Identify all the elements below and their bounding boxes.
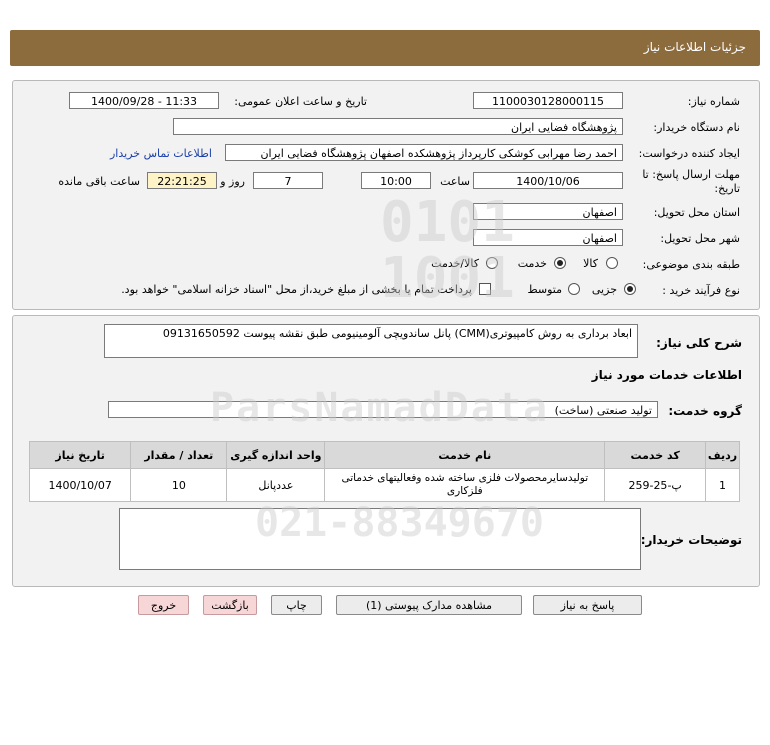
cell-date: 1400/10/07	[28, 468, 132, 502]
process-radio-minor[interactable]	[624, 283, 636, 295]
process-radio-medium[interactable]	[568, 283, 580, 295]
col-service-code: کد خدمت	[604, 441, 707, 469]
treasury-payment-note: پرداخت تمام یا بخشی از مبلغ خرید،از محل …	[121, 283, 472, 296]
services-table: تاریخ نیاز تعداد / مقدار واحد اندازه گیر…	[28, 441, 740, 502]
summary-label: شرح کلی نیاز:	[656, 336, 742, 350]
need-number-field: 1100030128000115	[473, 92, 623, 109]
services-heading: اطلاعات خدمات مورد نیاز	[591, 368, 742, 382]
category-radio-goods[interactable]	[606, 257, 618, 269]
view-attachments-button[interactable]: مشاهده مدارک پیوستی (1)	[336, 595, 522, 615]
cell-quantity: 10	[130, 468, 228, 502]
buyer-org-field: پژوهشگاه فضایی ایران	[173, 118, 623, 135]
reply-button[interactable]: پاسخ به نیاز	[533, 595, 642, 615]
deadline-label: مهلت ارسال پاسخ: تا	[642, 168, 740, 181]
buyer-notes-label: توضیحات خریدار:	[640, 533, 742, 547]
page-header: جزئیات اطلاعات نیاز	[10, 30, 760, 66]
creator-field: احمد رضا مهرابی کوشکی کارپرداز پژوهشکده …	[225, 144, 623, 161]
category-option-goods-service: کالا/خدمت	[431, 257, 479, 270]
time-remaining-label: ساعت باقی مانده	[58, 175, 140, 188]
category-option-service: خدمت	[517, 257, 547, 270]
service-group-label: گروه خدمت:	[668, 404, 742, 418]
need-number-label: شماره نیاز:	[687, 95, 740, 108]
col-date: تاریخ نیاز	[28, 441, 132, 469]
category-radio-service[interactable]	[554, 257, 566, 269]
buyer-org-label: نام دستگاه خریدار:	[653, 121, 740, 134]
col-row: ردیف	[705, 441, 740, 469]
days-label: روز و	[220, 175, 245, 188]
cell-service-code: پ-25-259	[604, 468, 707, 502]
table-header-row: تاریخ نیاز تعداد / مقدار واحد اندازه گیر…	[28, 441, 740, 469]
announce-datetime-label: تاریخ و ساعت اعلان عمومی:	[234, 95, 367, 108]
creator-label: ایجاد کننده درخواست:	[638, 147, 740, 160]
city-field: اصفهان	[473, 229, 623, 246]
category-option-goods: کالا	[583, 257, 598, 270]
cell-service-name: تولیدسایرمحصولات فلزی ساخته شده وفعالیته…	[324, 468, 606, 502]
process-type-label: نوع فرآیند خرید :	[662, 284, 740, 297]
announce-datetime-field: 1400/09/28 - 11:33	[69, 92, 219, 109]
city-label: شهر محل تحویل:	[660, 232, 740, 245]
print-button[interactable]: چاپ	[271, 595, 322, 615]
province-field: اصفهان	[473, 203, 623, 220]
table-row: 1400/10/07 10 عددپانل تولیدسایرمحصولات ف…	[28, 468, 740, 502]
need-info-panel	[12, 80, 760, 310]
page-title: جزئیات اطلاعات نیاز	[643, 40, 746, 54]
deadline-date-label: تاریخ:	[714, 182, 740, 195]
process-option-medium: متوسط	[527, 283, 562, 296]
deadline-date-field: 1400/10/06	[473, 172, 623, 189]
category-label: طبقه بندی موضوعی:	[642, 258, 740, 271]
col-quantity: تعداد / مقدار	[130, 441, 228, 469]
buyer-notes-field	[119, 508, 641, 570]
time-remaining-field: 22:21:25	[147, 172, 217, 189]
service-group-field: تولید صنعتی (ساخت)	[108, 401, 658, 418]
back-button[interactable]: بازگشت	[203, 595, 257, 615]
province-label: استان محل تحویل:	[653, 206, 740, 219]
days-remaining-field: 7	[253, 172, 323, 189]
treasury-payment-checkbox[interactable]	[479, 283, 491, 295]
summary-field: ابعاد برداری به روش کامپیوتری(CMM) پانل …	[104, 324, 638, 358]
deadline-time-field: 10:00	[361, 172, 431, 189]
exit-button[interactable]: خروج	[138, 595, 189, 615]
deadline-time-label: ساعت	[440, 175, 470, 188]
cell-unit: عددپانل	[226, 468, 326, 502]
cell-row: 1	[705, 468, 740, 502]
category-radio-goods-service[interactable]	[486, 257, 498, 269]
process-option-minor: جزیی	[591, 283, 617, 296]
buyer-contact-link[interactable]: اطلاعات تماس خریدار	[110, 147, 212, 160]
col-service-name: نام خدمت	[324, 441, 606, 469]
col-unit: واحد اندازه گیری	[226, 441, 326, 469]
